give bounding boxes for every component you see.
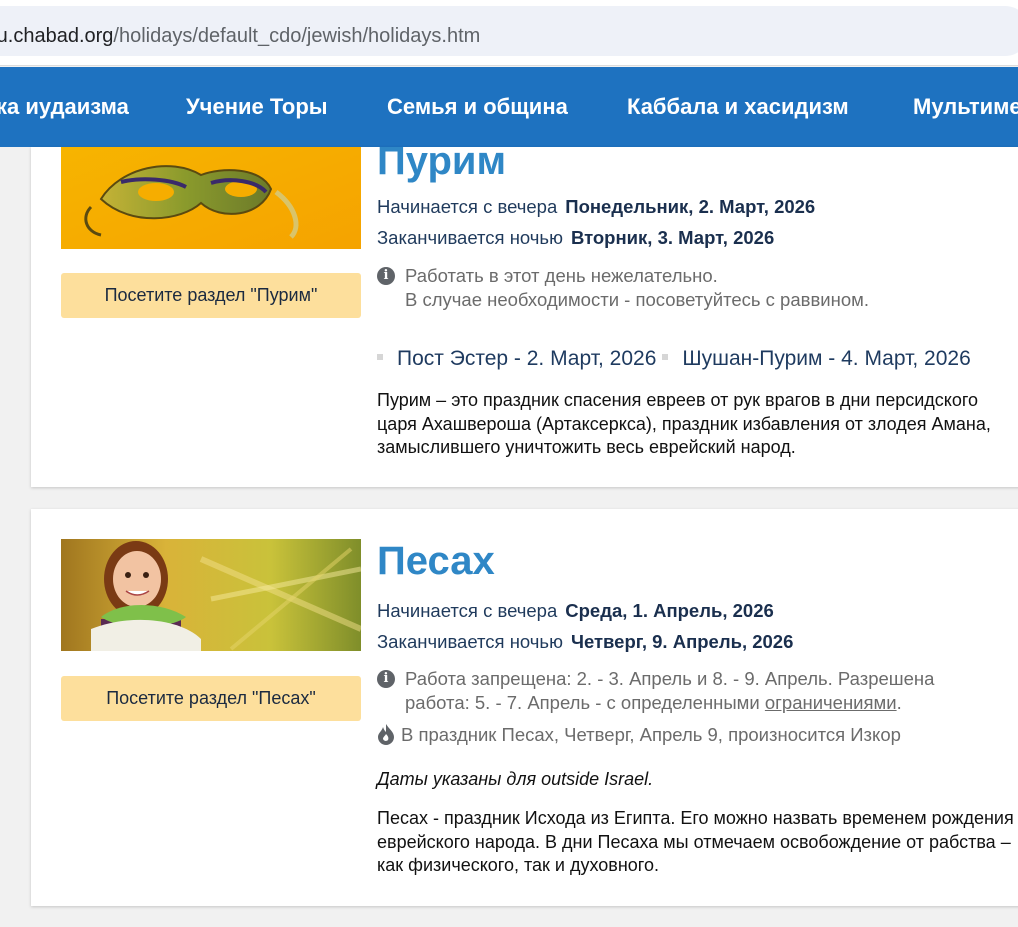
nav-item-judaism-basics[interactable]: ка иудаизма (0, 94, 129, 120)
holiday-title-pesach[interactable]: Песах (377, 539, 495, 584)
nav-item-multimedia[interactable]: Мультиме (913, 94, 1018, 120)
info-line-1: Работать в этот день нежелательно. (405, 265, 718, 286)
purim-end: Заканчивается ночью Вторник, 3. Март, 202… (377, 227, 774, 249)
purim-description: Пурим – это праздник спасения евреев от … (377, 390, 991, 457)
candle-flame-icon (378, 724, 394, 745)
info-line-2-text: работа: 5. - 7. Апрель - с определенными (405, 692, 765, 713)
pesach-end: Заканчивается ночью Четверг, 9. Апрель, 2… (377, 631, 793, 653)
start-label: Начинается с вечера (377, 196, 558, 217)
nav-item-torah[interactable]: Учение Торы (186, 94, 328, 120)
start-date: Понедельник, 2. Март, 2026 (565, 196, 816, 217)
related-fast-of-esther[interactable]: Пост Эстер - 2. Март, 2026 (397, 347, 656, 370)
url-path: /holidays/default_cdo/jewish/holidays.ht… (113, 25, 481, 47)
main-navigation: ка иудаизма Учение Торы Семья и община К… (0, 67, 1018, 147)
start-label: Начинается с вечера (377, 600, 558, 621)
info-icon: i (377, 267, 395, 285)
info-line-2: В случае необходимости - посоветуйтесь с… (405, 289, 869, 310)
pesach-child-image (61, 539, 361, 651)
nav-item-kabbalah[interactable]: Каббала и хасидизм (627, 94, 849, 120)
pesach-work-info: i Работа запрещена: 2. - 3. Апрель и 8. … (377, 667, 1017, 717)
related-shushan-purim[interactable]: Шушан-Пурим - 4. Март, 2026 (682, 347, 970, 370)
pesach-yizkor: В праздник Песах, Четверг, Апрель 9, про… (377, 723, 901, 746)
visit-pesach-button[interactable]: Посетите раздел "Песах" (61, 676, 361, 721)
pesach-start: Начинается с вечера Среда, 1. Апрель, 202… (377, 600, 774, 622)
visit-purim-button[interactable]: Посетите раздел "Пурим" (61, 273, 361, 318)
end-date: Вторник, 3. Март, 2026 (570, 227, 775, 248)
purim-start: Начинается с вечера Понедельник, 2. Март,… (377, 196, 815, 218)
purim-mask-image (61, 147, 361, 249)
info-line-2: работа: 5. - 7. Апрель - с определенными… (405, 691, 902, 715)
url-host: ru.chabad.org (0, 25, 114, 47)
pesach-image[interactable] (61, 539, 361, 651)
bullet-icon (662, 354, 669, 361)
address-bar[interactable]: ru.chabad.org/holidays/default_cdo/jewis… (0, 6, 1018, 56)
outside-israel-note: Даты указаны для outside Israel. (377, 769, 654, 789)
bullet-icon (377, 354, 383, 361)
holiday-card-pesach: Посетите раздел "Песах" Песах Начинается… (31, 509, 1018, 906)
start-date: Среда, 1. Апрель, 2026 (565, 600, 774, 621)
nav-item-family[interactable]: Семья и община (387, 94, 568, 120)
browser-toolbar: ru.chabad.org/holidays/default_cdo/jewis… (0, 0, 1018, 66)
nav-active-indicator (6, 134, 26, 144)
pesach-description: Песах - праздник Исхода из Египта. Его м… (377, 808, 1014, 875)
end-date: Четверг, 9. Апрель, 2026 (570, 631, 794, 652)
purim-work-info: i Работать в этот день нежелательно. В с… (377, 264, 997, 314)
holiday-title-purim[interactable]: Пурим (377, 147, 506, 184)
end-label: Заканчивается ночью (377, 227, 563, 248)
yizkor-text: В праздник Песах, Четверг, Апрель 9, про… (401, 724, 901, 745)
holiday-card-purim: Посетите раздел "Пурим" Пурим Начинается… (31, 147, 1018, 487)
info-line-1: Работа запрещена: 2. - 3. Апрель и 8. - … (405, 668, 935, 689)
purim-related-days: Пост Эстер - 2. Март, 2026 Шушан-Пурим - … (377, 347, 975, 371)
info-line-2-suffix: . (896, 692, 902, 713)
address-url[interactable]: ru.chabad.org/holidays/default_cdo/jewis… (0, 25, 480, 48)
restrictions-link[interactable]: ограничениями (765, 692, 897, 713)
end-label: Заканчивается ночью (377, 631, 563, 652)
info-icon: i (377, 670, 395, 688)
purim-image[interactable] (61, 147, 361, 249)
